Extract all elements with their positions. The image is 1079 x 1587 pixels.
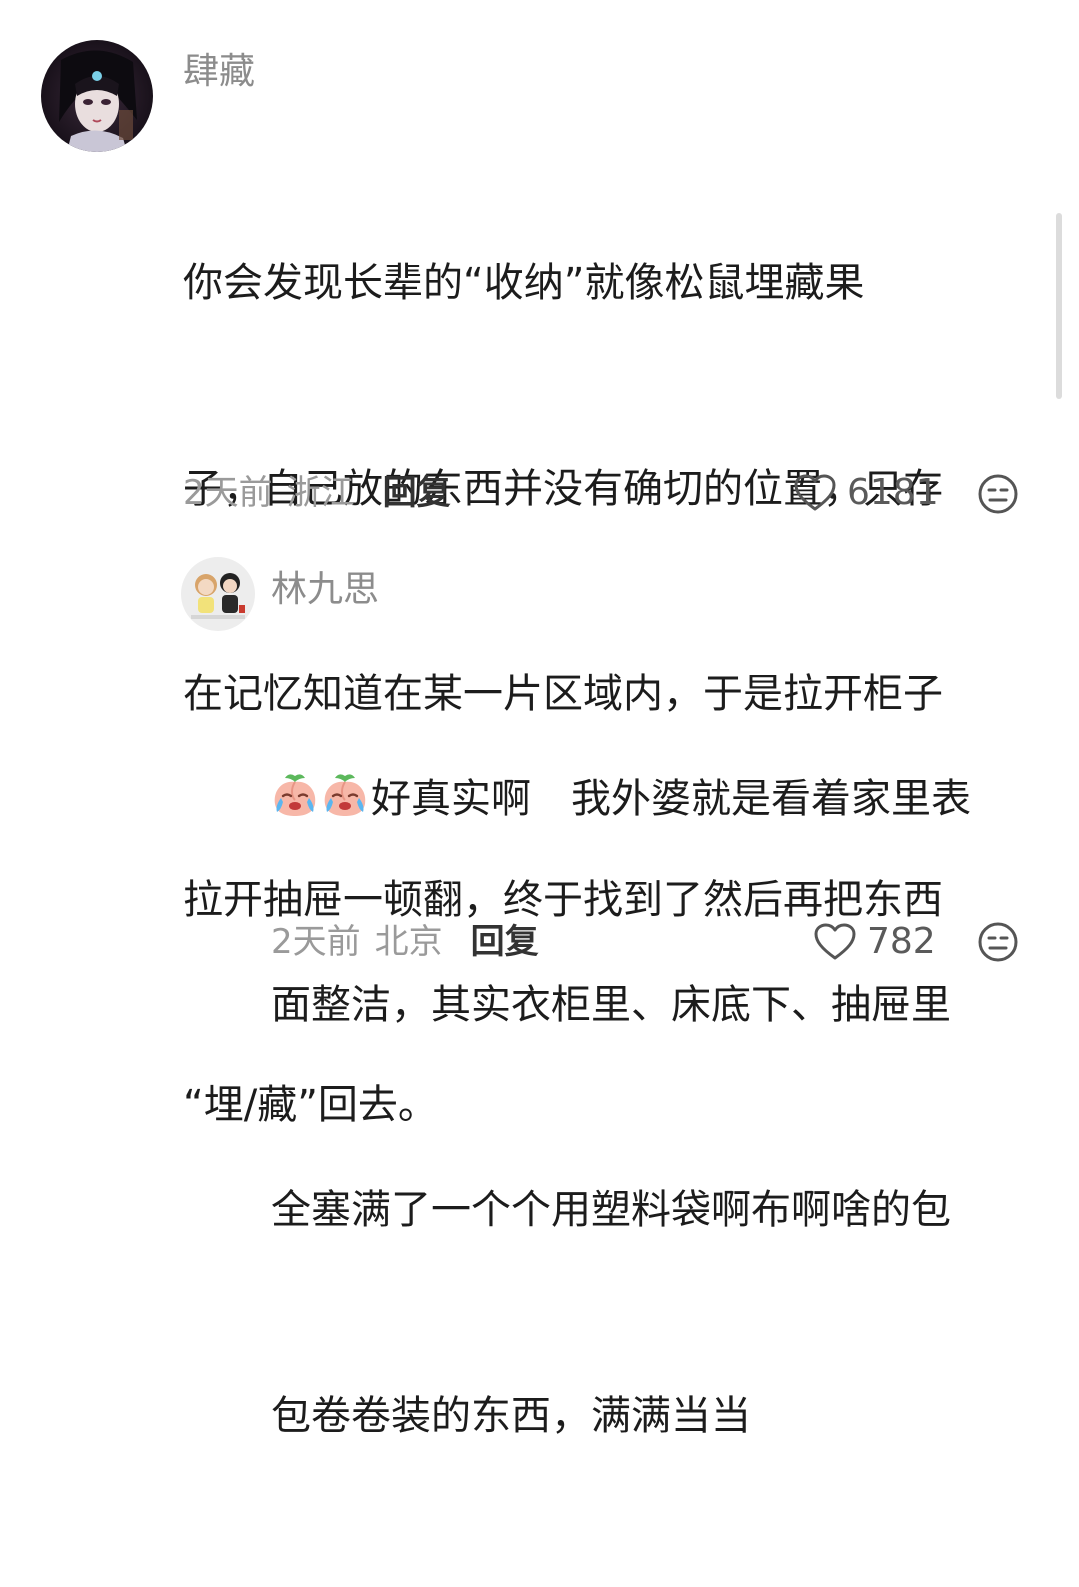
- username[interactable]: 林九思: [271, 570, 379, 610]
- comment-first-line-text: 好真实啊 我外婆就是看着家里表: [371, 776, 971, 822]
- comment-line: 包卷卷装的东西，满满当当: [271, 1392, 751, 1439]
- avatar[interactable]: [41, 40, 153, 152]
- comment-text: 好真实啊 我外婆就是看着家里表 面整洁，其实衣柜里、床底下、抽屉里 全塞满了一个…: [271, 628, 971, 1587]
- dislike-button[interactable]: [977, 473, 1019, 519]
- reply-button[interactable]: 回复: [383, 473, 451, 513]
- like-count: 6181: [847, 472, 939, 513]
- avatar[interactable]: [181, 557, 255, 631]
- like-button[interactable]: 6181: [793, 473, 939, 513]
- heart-icon: [814, 923, 856, 960]
- reply-button[interactable]: 回复: [471, 922, 539, 962]
- meh-face-icon: [978, 922, 1018, 962]
- comment-meta: 2天前 浙江 回复: [183, 473, 451, 513]
- timestamp: 2天前: [183, 473, 273, 513]
- like-button[interactable]: 782: [813, 922, 936, 962]
- crying-peach-emoji: [274, 774, 316, 816]
- crying-peach-emoji: [324, 774, 366, 816]
- comment-line: 全塞满了一个个用塑料袋啊布啊啥的包: [271, 1187, 951, 1233]
- like-count: 782: [867, 921, 936, 962]
- meh-face-icon: [978, 474, 1018, 514]
- comment-line: 好真实啊 我外婆就是看着家里表: [271, 765, 971, 834]
- comment-meta: 2天前 北京 回复: [271, 922, 539, 962]
- dislike-button[interactable]: [977, 921, 1019, 967]
- heart-icon: [794, 474, 836, 511]
- location: 浙江: [286, 473, 355, 513]
- comment-line: 面整洁，其实衣柜里、床底下、抽屉里: [271, 981, 951, 1028]
- timestamp: 2天前: [271, 922, 361, 962]
- comment-line: 你会发现长辈的“收纳”就像松鼠埋藏果: [183, 260, 865, 306]
- scrollbar[interactable]: [1056, 213, 1062, 399]
- username[interactable]: 肆藏: [183, 52, 255, 92]
- location: 北京: [374, 922, 443, 962]
